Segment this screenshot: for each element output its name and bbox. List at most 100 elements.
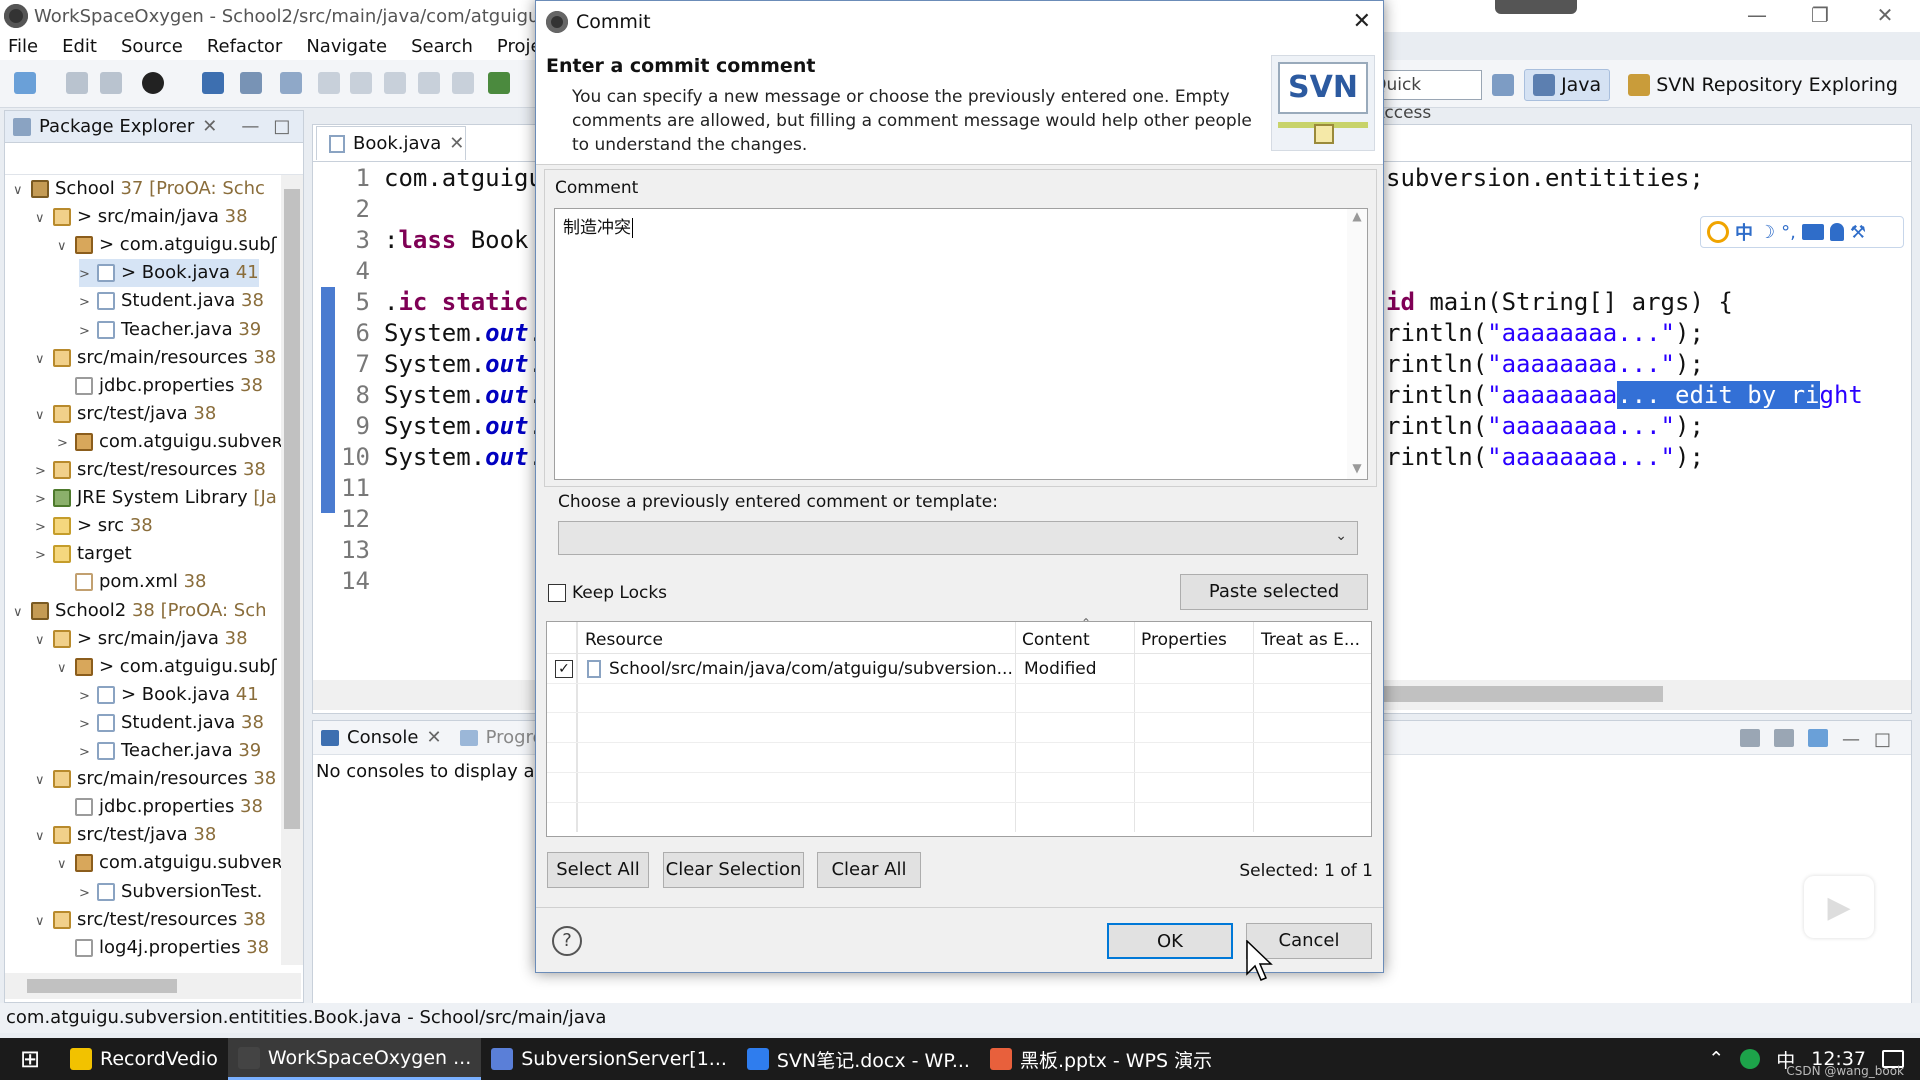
expand-arrow-icon[interactable]: ∨ [35, 767, 49, 795]
expand-arrow-icon[interactable]: ∨ [35, 402, 49, 430]
col-treat-as[interactable]: Treat as E... [1261, 630, 1360, 650]
tray-wechat-icon[interactable] [1740, 1049, 1761, 1069]
tree-item[interactable]: > Teacher.java 39 [79, 316, 261, 344]
expand-arrow-icon[interactable]: ∨ [57, 655, 71, 683]
expand-arrow-icon[interactable]: > [79, 711, 93, 739]
expand-arrow-icon[interactable]: > [79, 683, 93, 711]
expand-arrow-icon[interactable]: > [79, 289, 93, 317]
menu-source[interactable]: Source [121, 36, 183, 57]
tree-item[interactable]: ∨ > com.atguigu.subʃ [57, 653, 277, 681]
tree-item[interactable]: ∨ src/test/java 38 [35, 821, 216, 849]
select-all-button[interactable]: Select All [547, 852, 649, 888]
tree-hscrollbar[interactable] [5, 973, 301, 999]
template-select[interactable]: ⌄ [558, 521, 1358, 555]
menu-search[interactable]: Search [411, 36, 473, 57]
paste-selected-names-button[interactable]: Paste selected names [1180, 574, 1368, 636]
perspective-svn-button[interactable]: SVN Repository Exploring [1620, 69, 1906, 101]
tree-item[interactable]: ∨ src/main/resources 38 [35, 765, 276, 793]
expand-arrow-icon[interactable]: > [79, 880, 93, 908]
tree-item[interactable]: jdbc.properties 38 [57, 793, 263, 821]
tree-item[interactable]: jdbc.properties 38 [57, 372, 263, 400]
tree-item[interactable]: > SubversionTest. [79, 878, 262, 906]
open-type-icon[interactable] [280, 72, 302, 94]
save-all-icon[interactable] [100, 72, 122, 94]
menu-file[interactable]: File [8, 36, 38, 57]
tree-item[interactable]: ∨ src/test/java 38 [35, 400, 216, 428]
comment-scrollbar[interactable]: ▲ ▼ [1347, 209, 1367, 479]
tree-item[interactable]: ∨ com.atguigu.subveʀ [57, 849, 281, 877]
keep-locks-checkbox[interactable]: Keep Locks [548, 583, 667, 603]
mark-occurrences-icon[interactable] [318, 72, 340, 94]
help-icon[interactable]: ? [552, 926, 582, 956]
expand-arrow-icon[interactable]: ∨ [57, 233, 71, 261]
menu-edit[interactable]: Edit [62, 36, 97, 57]
format-icon[interactable] [452, 72, 474, 94]
pin-console-icon[interactable] [1739, 729, 1760, 747]
clear-all-button[interactable]: Clear All [817, 852, 921, 888]
svn-icon[interactable] [142, 72, 164, 94]
taskbar-item[interactable]: WorkSpaceOxygen ... [227, 1038, 482, 1080]
console-tab[interactable]: Console [347, 727, 418, 748]
tree-item[interactable]: > Student.java 38 [79, 287, 264, 315]
expand-arrow-icon[interactable]: ∨ [35, 205, 49, 233]
tree-item[interactable]: > JRE System Library [Ja [35, 484, 277, 512]
expand-arrow-icon[interactable]: > [35, 542, 49, 570]
quick-access-input[interactable]: Quick Access [1368, 70, 1483, 123]
package-explorer-tab[interactable]: Package Explorer ✕ — □ [5, 111, 303, 143]
menu-refactor[interactable]: Refactor [207, 36, 283, 57]
tree-item[interactable]: ∨ src/main/resources 38 [35, 344, 276, 372]
minimize-icon[interactable]: — [1727, 0, 1787, 32]
tree-item[interactable]: ∨ > src/main/java 38 [35, 625, 248, 653]
open-console-icon[interactable] [1807, 729, 1828, 747]
skip-breakpoints-icon[interactable] [240, 72, 262, 94]
tree-item[interactable]: pom.xml 38 [57, 568, 207, 596]
display-console-icon[interactable] [1773, 729, 1794, 747]
save-icon[interactable] [66, 72, 88, 94]
maximize-view-icon[interactable]: □ [273, 116, 290, 137]
toggle-icon[interactable] [350, 72, 372, 94]
ok-button[interactable]: OK [1107, 923, 1233, 959]
expand-arrow-icon[interactable]: ∨ [13, 177, 27, 205]
debug-icon[interactable] [488, 72, 510, 94]
col-properties[interactable]: Properties [1141, 630, 1227, 650]
expand-arrow-icon[interactable]: ∨ [35, 823, 49, 851]
minimize-console-icon[interactable]: — [1842, 729, 1860, 750]
tree-item[interactable]: ∨ School 37 [ProOA: Schc [13, 175, 265, 203]
minimize-view-icon[interactable]: — [241, 116, 259, 137]
col-content[interactable]: Content [1022, 630, 1090, 650]
tree-item[interactable]: > > src 38 [35, 512, 153, 540]
maximize-console-icon[interactable]: □ [1874, 729, 1891, 750]
ime-toolbar[interactable]: 中 ☽ °, ⚒ [1700, 216, 1904, 248]
open-perspective-icon[interactable] [1492, 74, 1515, 96]
expand-arrow-icon[interactable]: > [35, 486, 49, 514]
tree-item[interactable]: > Student.java 38 [79, 709, 264, 737]
taskbar-item[interactable]: SVN笔记.docx - WP... [737, 1038, 980, 1080]
expand-arrow-icon[interactable]: ∨ [35, 908, 49, 936]
tree-item[interactable]: > com.atguigu.subveʀ [57, 428, 281, 456]
menu-navigate[interactable]: Navigate [306, 36, 387, 57]
dialog-close-icon[interactable]: ✕ [1353, 9, 1371, 34]
tray-chevron-icon[interactable]: ⌃ [1708, 1048, 1724, 1070]
expand-arrow-icon[interactable]: > [57, 430, 71, 458]
row-checkbox[interactable]: ✓ [555, 660, 573, 678]
expand-arrow-icon[interactable]: > [79, 739, 93, 767]
tree-item[interactable]: ∨ > com.atguigu.subʃ [57, 231, 277, 259]
tree-item[interactable]: > target [35, 540, 132, 568]
tree-item[interactable]: > > Book.java 41 [79, 681, 259, 709]
expand-arrow-icon[interactable]: > [35, 458, 49, 486]
tree-scroll-thumb[interactable] [284, 189, 300, 829]
tree-scrollbar[interactable] [281, 175, 303, 965]
close-editor-tab-icon[interactable]: ✕ [449, 133, 464, 154]
clear-selection-button[interactable]: Clear Selection [663, 852, 804, 888]
expand-arrow-icon[interactable]: > [35, 514, 49, 542]
terminal-icon[interactable] [202, 72, 224, 94]
video-play-icon[interactable]: ▶ [1804, 876, 1874, 938]
tree-hscroll-thumb[interactable] [27, 979, 177, 993]
tree-item[interactable]: log4j.properties 38 [57, 934, 269, 962]
restore-icon[interactable]: ❐ [1790, 0, 1850, 32]
table-row[interactable]: ✓ School/src/main/java/com/atguigu/subve… [547, 654, 1371, 684]
perspective-java-button[interactable]: Java [1524, 69, 1611, 101]
close-tab-icon[interactable]: ✕ [202, 116, 217, 137]
comment-textarea[interactable]: 制造冲突 ▲ ▼ [554, 208, 1368, 480]
close-console-icon[interactable]: ✕ [426, 727, 441, 748]
